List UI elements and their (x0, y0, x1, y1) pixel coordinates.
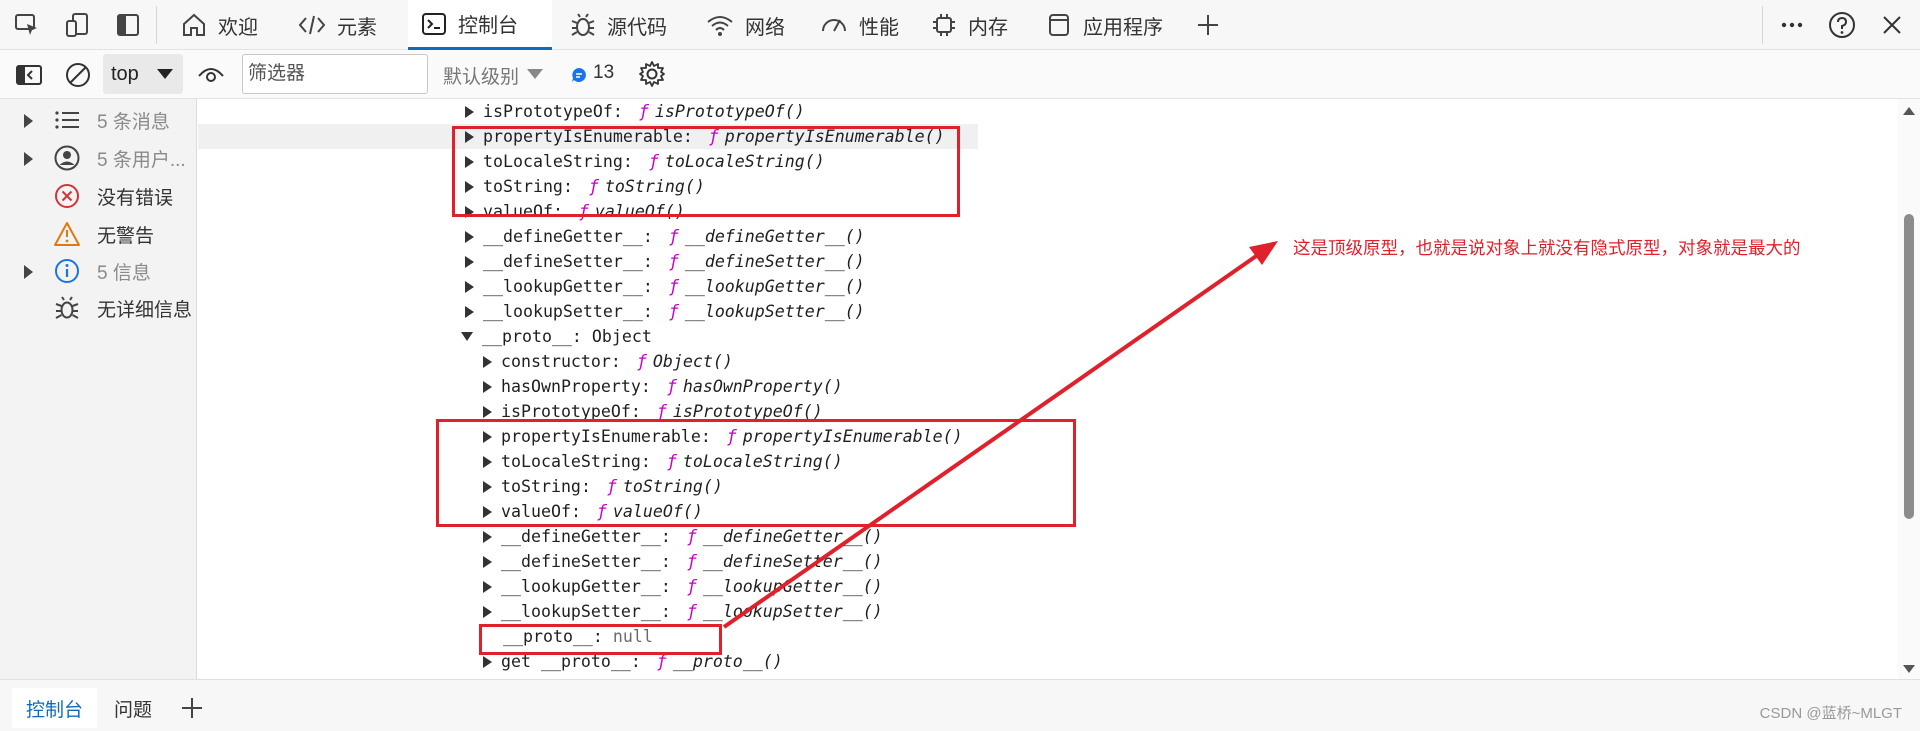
drawer-tab-console[interactable]: 控制台 (12, 688, 98, 728)
drawer-tab-issues[interactable]: 问题 (100, 688, 166, 728)
watermark: CSDN @蓝桥~MLGT (1759, 705, 1902, 722)
annotation-arrow (722, 241, 1278, 629)
add-drawer-tab-icon[interactable] (178, 694, 206, 722)
drawer-tab-bar: 控制台 问题 CSDN @蓝桥~MLGT (0, 679, 1920, 731)
annotation-text: 这是顶级原型，也就是说对象上就没有隐式原型，对象就是最大的 (1293, 239, 1801, 259)
